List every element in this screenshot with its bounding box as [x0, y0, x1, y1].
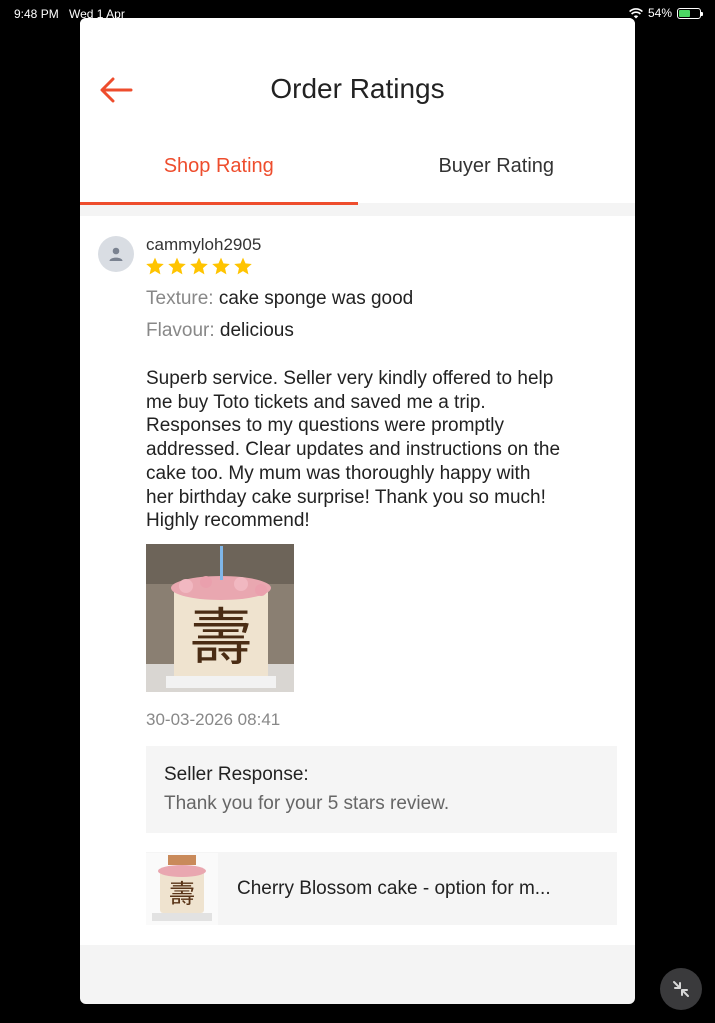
- minimize-button[interactable]: [660, 968, 702, 1010]
- attribute-value: cake sponge was good: [218, 288, 414, 309]
- wifi-icon: [629, 7, 643, 18]
- seller-response: Seller Response: Thank you for your 5 st…: [146, 746, 617, 833]
- cake-thumbnail-image: 壽: [146, 852, 218, 925]
- tab-shop-rating[interactable]: Shop Rating: [80, 138, 358, 205]
- tab-buyer-rating[interactable]: Buyer Rating: [358, 138, 636, 205]
- minimize-icon: [673, 981, 689, 997]
- review-photo[interactable]: 壽: [146, 544, 294, 692]
- attribute-label: Texture:: [146, 288, 214, 309]
- product-name: Cherry Blossom cake - option for m...: [237, 877, 551, 899]
- status-time: 9:48 PM: [14, 7, 59, 21]
- product-link[interactable]: 壽 Cherry Blossom cake - option for m...: [146, 852, 617, 925]
- star-icon: [168, 257, 186, 275]
- star-rating: [145, 256, 253, 276]
- seller-response-title: Seller Response:: [164, 764, 309, 785]
- attribute-value: delicious: [219, 320, 294, 341]
- comment-line: Responses to my questions were promptly: [146, 415, 504, 437]
- product-thumbnail: 壽: [146, 852, 218, 925]
- photo-cake-character: 壽: [190, 601, 252, 674]
- comment-line: her birthday cake surprise! Thank you so…: [146, 486, 546, 508]
- rating-tabs: Shop Rating Buyer Rating: [80, 138, 635, 205]
- battery-percent: 54%: [647, 6, 672, 20]
- seller-response-text: Thank you for your 5 stars review.: [164, 793, 450, 814]
- avatar: [98, 236, 134, 272]
- star-icon: [190, 257, 208, 275]
- status-right: 54%: [629, 6, 703, 20]
- attribute-texture: Texture: cake sponge was good: [146, 288, 413, 310]
- attribute-label: Flavour:: [146, 320, 215, 341]
- attribute-flavour: Flavour: delicious: [146, 320, 294, 342]
- comment-line: Superb service. Seller very kindly offer…: [146, 368, 554, 389]
- star-icon: [212, 257, 230, 275]
- page-title: Order Ratings: [270, 73, 445, 104]
- battery-icon: [677, 7, 703, 19]
- star-icon: [234, 257, 252, 275]
- thumbnail-cake-character: 壽: [169, 880, 195, 910]
- order-ratings-sheet: Order Ratings Shop Rating Buyer Rating c…: [80, 18, 635, 1004]
- star-icon: [146, 257, 164, 275]
- review-timestamp: 30-03-2026 08:41: [146, 710, 281, 729]
- review-comment: Superb service. Seller very kindly offer…: [146, 367, 624, 533]
- header: Order Ratings Shop Rating Buyer Rating: [80, 18, 635, 205]
- comment-line: Highly recommend!: [146, 510, 310, 532]
- comment-line: me buy Toto tickets and saved me a trip.: [146, 391, 486, 413]
- review-card: cammyloh2905 Texture: cake sponge was go…: [80, 216, 635, 945]
- reviewer-username: cammyloh2905: [146, 235, 262, 254]
- comment-line: cake too. My mum was thoroughly happy wi…: [146, 462, 531, 484]
- user-icon: [109, 247, 123, 261]
- comment-line: addressed. Clear updates and instruction…: [146, 439, 561, 461]
- cake-photo-image: 壽: [146, 544, 294, 692]
